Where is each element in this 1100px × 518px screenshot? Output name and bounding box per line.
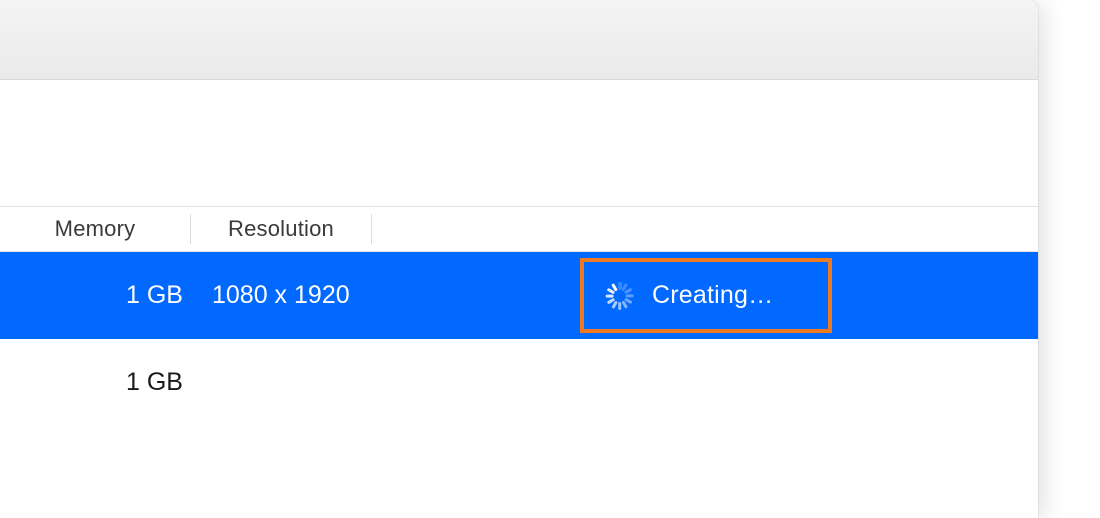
window-titlebar (0, 0, 1038, 80)
cell-resolution: 1080 x 1920 (190, 281, 490, 310)
table-header: Memory Resolution (0, 206, 1038, 252)
cell-memory: 1 GB (0, 281, 190, 310)
app-window: Memory Resolution 1 GB 1080 x 1920 Creat… (0, 0, 1038, 518)
status-creating: Creating… (594, 273, 789, 318)
column-divider (371, 214, 372, 244)
toolbar-spacer (0, 80, 1038, 206)
spinner-icon (606, 282, 634, 310)
column-header-resolution[interactable]: Resolution (191, 207, 371, 251)
table-row[interactable]: 1 GB (0, 339, 1038, 426)
table-row[interactable]: 1 GB 1080 x 1920 Creating… (0, 252, 1038, 339)
status-text: Creating… (652, 281, 773, 310)
cell-memory: 1 GB (0, 368, 190, 397)
column-header-memory[interactable]: Memory (0, 207, 190, 251)
